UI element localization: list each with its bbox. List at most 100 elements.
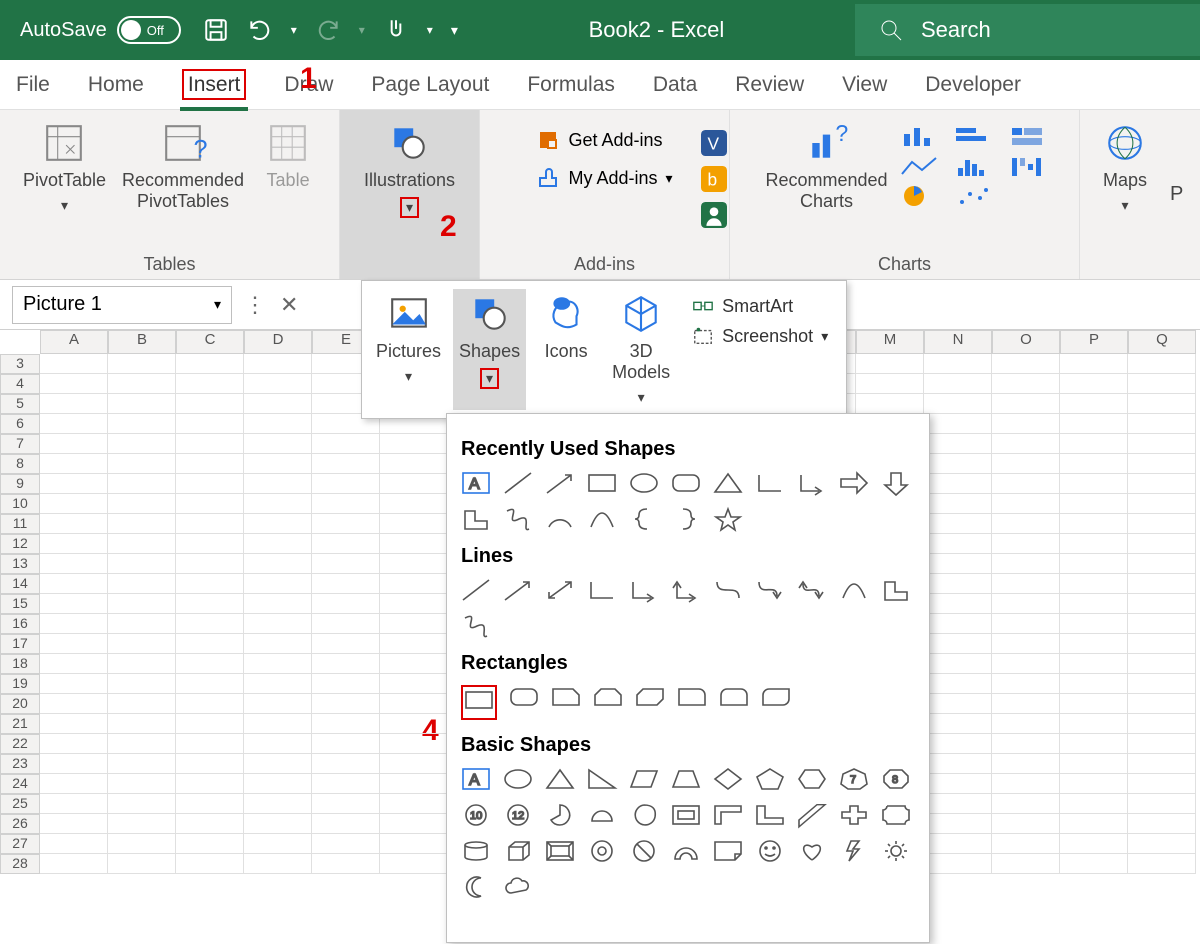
line-shape-2[interactable] [461, 578, 491, 602]
cell[interactable] [244, 754, 312, 774]
heptagon-shape[interactable]: 7 [839, 767, 869, 791]
cell[interactable] [380, 834, 448, 854]
scribble-shape-2[interactable] [461, 614, 491, 638]
row-header[interactable]: 7 [0, 434, 40, 454]
cell[interactable] [312, 514, 380, 534]
cell[interactable] [108, 554, 176, 574]
row-header[interactable]: 19 [0, 674, 40, 694]
cell[interactable] [312, 494, 380, 514]
down-arrow-shape[interactable] [881, 471, 911, 495]
cell[interactable] [1128, 674, 1196, 694]
cell[interactable] [992, 454, 1060, 474]
scatter-chart-icon[interactable] [952, 184, 996, 208]
cell[interactable] [1128, 514, 1196, 534]
cell[interactable] [244, 454, 312, 474]
cell[interactable] [856, 374, 924, 394]
cell[interactable] [1128, 354, 1196, 374]
cell[interactable] [176, 814, 244, 834]
rectangle-shape-2[interactable] [464, 688, 494, 712]
frame-shape[interactable] [671, 803, 701, 827]
maps-button[interactable]: Maps ▾ [1091, 118, 1159, 218]
cell[interactable] [1128, 494, 1196, 514]
cell[interactable] [312, 694, 380, 714]
cell[interactable] [108, 714, 176, 734]
cell[interactable] [380, 614, 448, 634]
cell[interactable] [40, 754, 108, 774]
cell[interactable] [1128, 414, 1196, 434]
arrow-line-shape[interactable] [545, 471, 575, 495]
cell[interactable] [1128, 434, 1196, 454]
can-shape[interactable] [461, 839, 491, 863]
cell[interactable] [108, 674, 176, 694]
cell[interactable] [108, 494, 176, 514]
smiley-shape[interactable] [755, 839, 785, 863]
cell[interactable] [1060, 594, 1128, 614]
cell[interactable] [992, 434, 1060, 454]
cell[interactable] [108, 614, 176, 634]
cell[interactable] [40, 374, 108, 394]
cell[interactable] [244, 394, 312, 414]
cell[interactable] [176, 434, 244, 454]
cell[interactable] [924, 714, 992, 734]
cell[interactable] [1128, 634, 1196, 654]
cell[interactable] [40, 854, 108, 874]
cell[interactable] [244, 794, 312, 814]
cell[interactable] [176, 374, 244, 394]
block-arc-shape[interactable] [671, 839, 701, 863]
cell[interactable] [924, 554, 992, 574]
cell[interactable] [244, 634, 312, 654]
cell[interactable] [992, 594, 1060, 614]
cell[interactable] [312, 434, 380, 454]
cell[interactable] [176, 774, 244, 794]
cell[interactable] [40, 514, 108, 534]
scroll-up-button[interactable]: ▲ [929, 414, 930, 436]
sun-shape[interactable] [881, 839, 911, 863]
cell[interactable] [244, 834, 312, 854]
cell[interactable] [176, 494, 244, 514]
cell[interactable] [1128, 394, 1196, 414]
cell[interactable] [312, 774, 380, 794]
tab-view[interactable]: View [840, 65, 889, 105]
column-header[interactable]: M [856, 330, 924, 354]
cell[interactable] [380, 774, 448, 794]
cell[interactable] [924, 774, 992, 794]
triangle-shape[interactable] [713, 471, 743, 495]
cell[interactable] [924, 374, 992, 394]
cell[interactable] [992, 754, 1060, 774]
cell[interactable] [992, 734, 1060, 754]
illustrations-button[interactable]: Illustrations ▾ [358, 118, 461, 275]
cell[interactable] [380, 854, 448, 874]
cell[interactable] [244, 354, 312, 374]
cell[interactable] [244, 474, 312, 494]
cell[interactable] [40, 614, 108, 634]
row-header[interactable]: 20 [0, 694, 40, 714]
diagonal-stripe-shape[interactable] [797, 803, 827, 827]
pie-shape[interactable] [545, 803, 575, 827]
cell[interactable] [244, 734, 312, 754]
right-brace-shape[interactable] [671, 507, 701, 531]
cell[interactable] [992, 374, 1060, 394]
tab-home[interactable]: Home [86, 65, 146, 105]
cell[interactable] [924, 414, 992, 434]
cell[interactable] [176, 854, 244, 874]
double-arrow-line-shape[interactable] [545, 578, 575, 602]
row-header[interactable]: 17 [0, 634, 40, 654]
cell[interactable] [312, 754, 380, 774]
cell[interactable] [40, 814, 108, 834]
cell[interactable] [1128, 774, 1196, 794]
cell[interactable] [992, 694, 1060, 714]
cell[interactable] [108, 514, 176, 534]
cell[interactable] [380, 554, 448, 574]
cell[interactable] [924, 574, 992, 594]
column-header[interactable]: D [244, 330, 312, 354]
triangle-shape-2[interactable] [545, 767, 575, 791]
tab-insert[interactable]: Insert [180, 65, 249, 105]
cell[interactable] [108, 434, 176, 454]
cell[interactable] [1128, 454, 1196, 474]
column-header[interactable]: N [924, 330, 992, 354]
cell[interactable] [312, 734, 380, 754]
cell[interactable] [1128, 554, 1196, 574]
cell[interactable] [1060, 514, 1128, 534]
cell[interactable] [1060, 834, 1128, 854]
shapes-dropdown-icon[interactable]: ▾ [480, 368, 499, 389]
